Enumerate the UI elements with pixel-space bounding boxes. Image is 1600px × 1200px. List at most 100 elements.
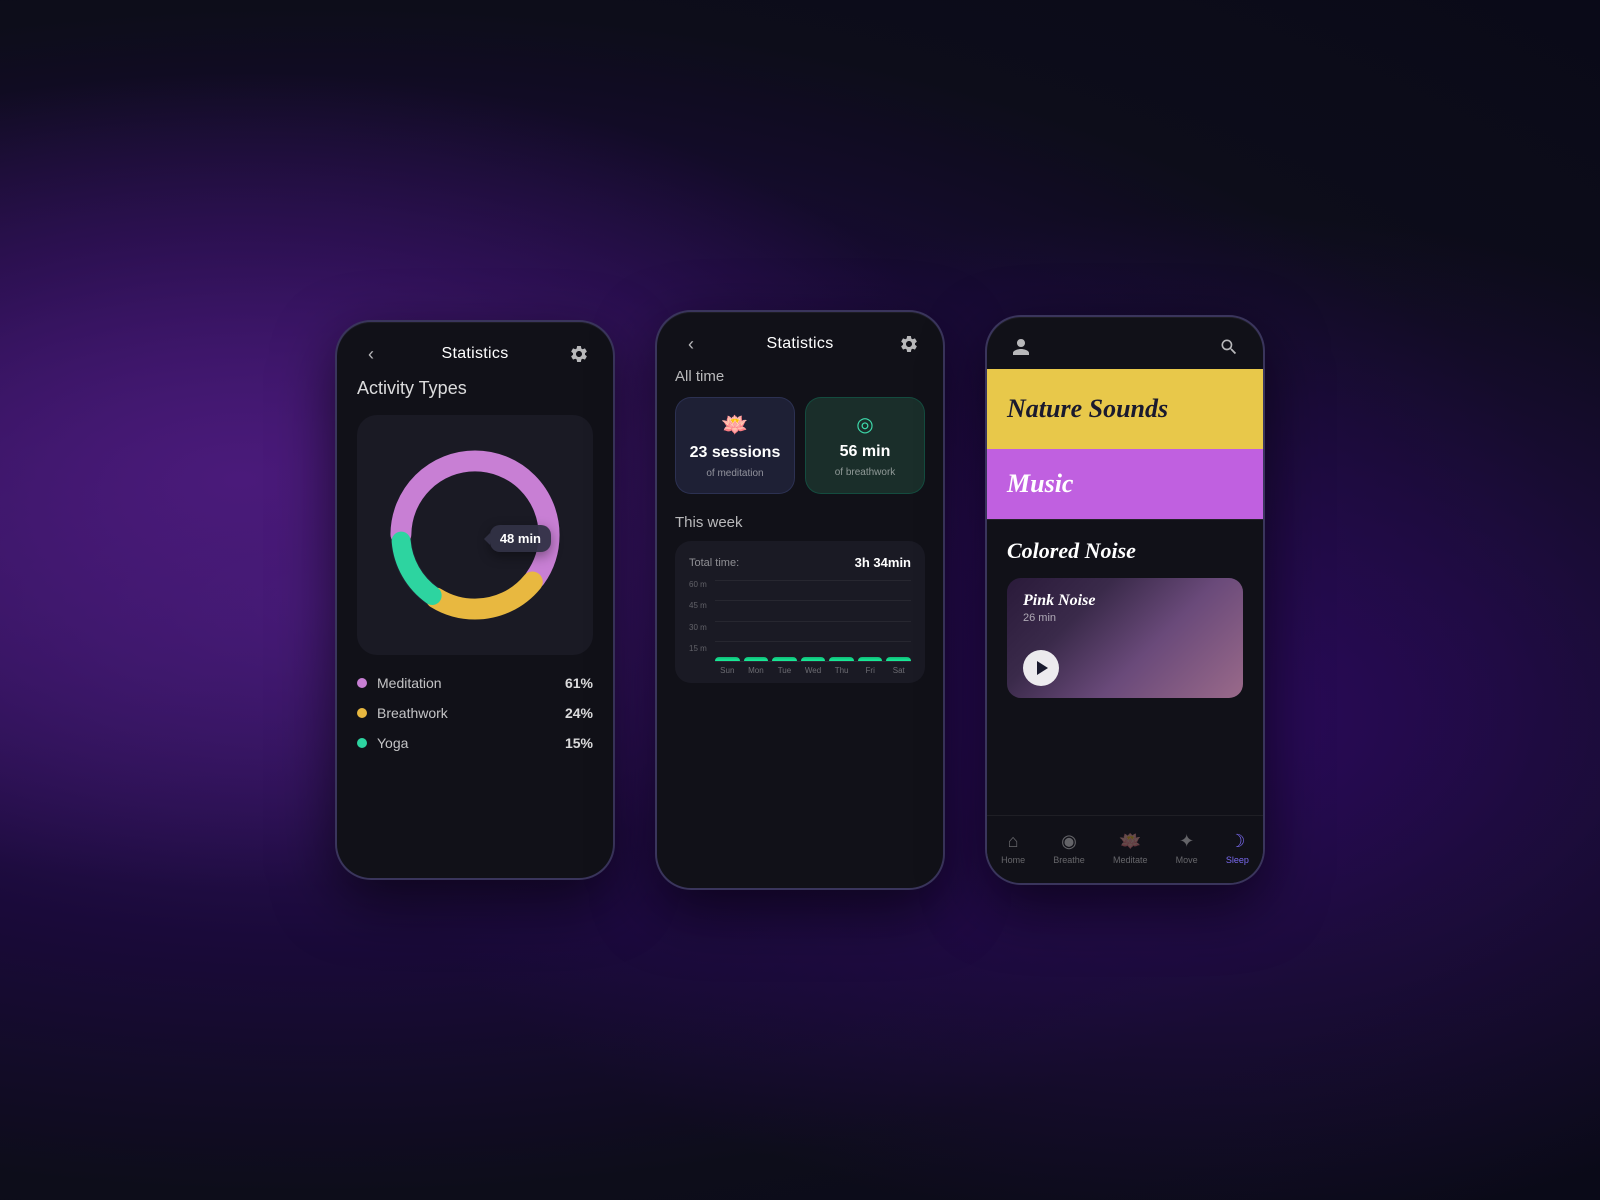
phone-sounds: Nature Sounds Music Colored Noise Pink N…	[985, 315, 1265, 885]
category-music[interactable]: Music	[987, 449, 1263, 519]
day-labels: Sun Mon Tue Wed Thu Fri Sat	[715, 666, 911, 675]
nav-home-label: Home	[1001, 855, 1025, 865]
meditate-icon: 🪷	[1119, 831, 1141, 852]
settings-button-center[interactable]	[895, 330, 923, 358]
grid-label-60: 60 m	[689, 580, 707, 589]
day-wed: Wed	[801, 666, 826, 675]
play-icon	[1037, 661, 1048, 675]
legend-dot-breathwork	[357, 708, 367, 718]
chart-header: Total time: 3h 34min	[689, 555, 911, 570]
bar-mon-fill	[744, 657, 769, 661]
play-button[interactable]	[1023, 650, 1059, 686]
nav-sleep[interactable]: ☽ Sleep	[1226, 831, 1249, 865]
legend-meditation: Meditation 61%	[357, 675, 593, 691]
nav-breathe-label: Breathe	[1053, 855, 1085, 865]
settings-button[interactable]	[565, 340, 593, 368]
nav-breathe[interactable]: ◉ Breathe	[1053, 831, 1085, 865]
nav-home[interactable]: ⌂ Home	[1001, 831, 1025, 865]
stat-sessions-sub: of meditation	[706, 468, 763, 479]
nature-sounds-title: Nature Sounds	[1007, 394, 1168, 424]
bar-sat	[886, 657, 911, 661]
legend-pct-breathwork: 24%	[565, 705, 593, 721]
bar-fri	[858, 657, 883, 661]
grid-label-30: 30 m	[689, 623, 707, 632]
total-time-label: Total time:	[689, 557, 739, 569]
back-button[interactable]: ‹	[357, 340, 385, 368]
bar-tue-fill	[772, 657, 797, 661]
bottom-navigation: ⌂ Home ◉ Breathe 🪷 Meditate ✦ Move ☽ Sle…	[987, 815, 1263, 883]
profile-icon	[1011, 337, 1031, 357]
stats-content: All time 🪷 23 sessions of meditation ◎ 5…	[657, 368, 943, 683]
phone-activity-types: ‹ Statistics Activity Types 48 min	[335, 320, 615, 880]
bar-fri-fill	[858, 657, 883, 661]
nav-meditate[interactable]: 🪷 Meditate	[1113, 831, 1148, 865]
back-button-center[interactable]: ‹	[677, 330, 705, 358]
nav-move[interactable]: ✦ Move	[1176, 831, 1198, 865]
sound-categories: Nature Sounds Music Colored Noise Pink N…	[987, 369, 1263, 716]
nav-sleep-label: Sleep	[1226, 855, 1249, 865]
day-mon: Mon	[744, 666, 769, 675]
activity-types-section: Activity Types 48 min	[337, 378, 613, 655]
category-colored-noise[interactable]: Colored Noise Pink Noise 26 min	[987, 519, 1263, 716]
legend-label-meditation: Meditation	[377, 675, 442, 691]
home-icon: ⌂	[1008, 831, 1019, 852]
bar-sun	[715, 657, 740, 661]
nav-move-label: Move	[1176, 855, 1198, 865]
nav-meditate-label: Meditate	[1113, 855, 1148, 865]
donut-tooltip: 48 min	[490, 525, 551, 552]
bar-mon	[744, 657, 769, 661]
stat-minutes-value: 56 min	[840, 443, 891, 461]
phone-left-title: Statistics	[441, 345, 508, 363]
bar-sat-fill	[886, 657, 911, 661]
donut-chart-container: 48 min	[357, 415, 593, 655]
move-icon: ✦	[1179, 831, 1194, 852]
stat-sessions-value: 23 sessions	[690, 444, 781, 462]
search-button[interactable]	[1215, 333, 1243, 361]
legend-label-yoga: Yoga	[377, 735, 408, 751]
total-time-value: 3h 34min	[855, 555, 911, 570]
activity-legend: Meditation 61% Breathwork 24% Yoga 15%	[337, 675, 613, 751]
legend-pct-meditation: 61%	[565, 675, 593, 691]
colored-noise-title: Colored Noise	[1007, 538, 1243, 564]
phone-statistics: ‹ Statistics All time 🪷 23 sessions of m…	[655, 310, 945, 890]
bar-wed-fill	[801, 657, 826, 661]
this-week-label: This week	[675, 514, 925, 531]
breathwork-icon: ◎	[856, 412, 873, 437]
legend-label-breathwork: Breathwork	[377, 705, 448, 721]
sleep-icon: ☽	[1229, 831, 1245, 852]
gear-icon	[569, 344, 589, 364]
legend-pct-yoga: 15%	[565, 735, 593, 751]
legend-dot-meditation	[357, 678, 367, 688]
day-sun: Sun	[715, 666, 740, 675]
legend-yoga: Yoga 15%	[357, 735, 593, 751]
bar-thu-fill	[829, 657, 854, 661]
grid-label-45: 45 m	[689, 601, 707, 610]
week-chart: Total time: 3h 34min 60 m 45 m 30 m 15 m	[675, 541, 925, 683]
phone-center-header: ‹ Statistics	[657, 312, 943, 368]
stat-minutes-sub: of breathwork	[835, 467, 896, 478]
all-time-label: All time	[675, 368, 925, 385]
meditation-icon: 🪷	[721, 412, 748, 438]
legend-dot-yoga	[357, 738, 367, 748]
phone-left-header: ‹ Statistics	[337, 322, 613, 378]
phone-center-title: Statistics	[766, 335, 833, 353]
stat-card-meditation: 🪷 23 sessions of meditation	[675, 397, 795, 494]
bar-sun-fill	[715, 657, 740, 661]
bar-wed	[801, 657, 826, 661]
phone-right-header	[987, 317, 1263, 369]
profile-button[interactable]	[1007, 333, 1035, 361]
bar-thu	[829, 657, 854, 661]
pink-noise-duration: 26 min	[1023, 612, 1227, 624]
activity-types-title: Activity Types	[357, 378, 593, 399]
pink-noise-card[interactable]: Pink Noise 26 min	[1007, 578, 1243, 698]
bar-tue	[772, 657, 797, 661]
gear-icon-center	[899, 334, 919, 354]
grid-label-15: 15 m	[689, 644, 707, 653]
day-tue: Tue	[772, 666, 797, 675]
legend-breathwork: Breathwork 24%	[357, 705, 593, 721]
category-nature-sounds[interactable]: Nature Sounds	[987, 369, 1263, 449]
search-icon	[1219, 337, 1239, 357]
breathe-icon: ◉	[1061, 831, 1077, 852]
stat-card-breathwork: ◎ 56 min of breathwork	[805, 397, 925, 494]
day-thu: Thu	[829, 666, 854, 675]
